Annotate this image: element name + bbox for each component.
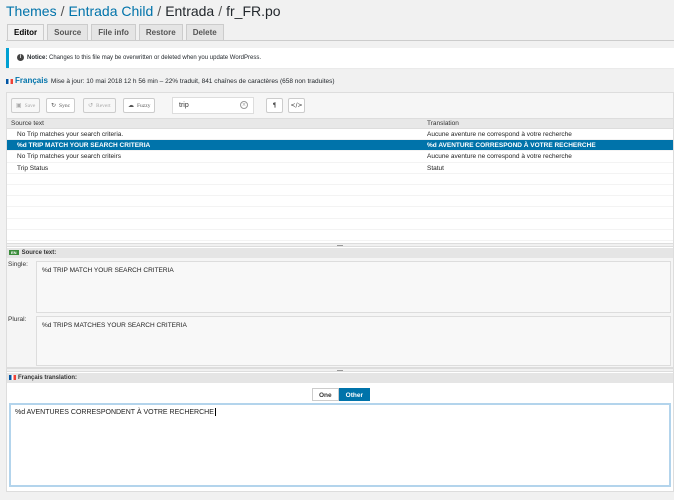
notice-prefix: Notice:: [27, 55, 48, 61]
source-heading-label: Source text:: [21, 250, 57, 256]
revert-icon: ↺: [88, 102, 94, 109]
table-row[interactable]: Trip Status Statut: [7, 163, 673, 174]
table-row[interactable]: No Trip matches your search criteirs Auc…: [7, 151, 673, 163]
table-row[interactable]: No Trip matches your search criteria. Au…: [7, 129, 673, 141]
row-source: No Trip matches your search criteirs: [17, 153, 122, 161]
plural-form-other-tab[interactable]: Other: [338, 388, 370, 401]
en-badge: EN: [9, 249, 19, 255]
invisibles-toggle-button[interactable]: ¶: [266, 98, 283, 113]
save-label: Save: [24, 103, 36, 109]
plural-label: Plural:: [8, 316, 27, 323]
info-icon: i: [17, 53, 24, 61]
breadcrumb-themes-link[interactable]: Themes: [6, 3, 57, 19]
empty-row: [7, 230, 673, 241]
text-caret: [214, 408, 216, 416]
loco-editor-page: Themes / Entrada Child / Entrada / fr_FR.po Ed…: [0, 0, 674, 500]
tab-editor[interactable]: Editor: [7, 24, 45, 40]
grip-icon: [337, 369, 343, 371]
source-panel-heading: EN Source text:: [7, 248, 673, 258]
notice-text: Changes to this file may be overwritten …: [47, 55, 262, 61]
source-panel: Single: %d TRIP MATCH YOUR SEARCH CRITER…: [7, 258, 673, 368]
tab-source[interactable]: Source: [47, 24, 89, 40]
row-translation: Aucune aventure ne correspond à votre re…: [427, 131, 572, 138]
breadcrumb-child-theme-link[interactable]: Entrada Child: [68, 3, 153, 19]
po-editor: ▣ Save ↻ Sync ↺ Revert ☁ Fuzzy trip × ¶ </> …: [6, 92, 674, 492]
sync-label: Sync: [59, 103, 71, 109]
column-header-source[interactable]: Source text: [11, 119, 44, 129]
cloud-icon: ☁: [128, 102, 134, 109]
fuzzy-label: Fuzzy: [137, 103, 151, 109]
tab-file-info[interactable]: File info: [91, 24, 136, 40]
locale-bar: Français Mise à jour: 10 mai 2018 12 h 56…: [6, 73, 674, 89]
plural-form-switch: One Other: [312, 388, 370, 401]
row-translation: Statut: [427, 164, 444, 172]
empty-row: [7, 207, 673, 219]
source-single-text: %d TRIP MATCH YOUR SEARCH CRITERIA: [36, 261, 671, 313]
source-resize-handle[interactable]: [7, 368, 673, 372]
row-translation: %d AVENTURE CORRESPOND À VOTRE RECHERCHE: [427, 142, 596, 150]
source-plural-text: %d TRIPS MATCHES YOUR SEARCH CRITERIA: [36, 316, 671, 366]
breadcrumb-separator: /: [60, 3, 65, 19]
code-view-toggle-button[interactable]: </>: [288, 98, 305, 113]
grid-header: Source text Translation: [7, 119, 673, 129]
empty-row: [7, 219, 673, 230]
fuzzy-button[interactable]: ☁ Fuzzy: [123, 98, 156, 113]
save-icon: ▣: [16, 102, 22, 109]
tabs-divider: [6, 40, 674, 41]
grip-icon: [337, 244, 343, 246]
strings-grid: Source text Translation No Trip matches …: [7, 119, 673, 243]
french-flag-icon: [9, 374, 16, 380]
tab-restore[interactable]: Restore: [138, 24, 183, 40]
editor-toolbar: ▣ Save ↻ Sync ↺ Revert ☁ Fuzzy trip × ¶ </>: [7, 93, 673, 119]
grid-resize-handle[interactable]: [7, 243, 673, 247]
clear-search-icon[interactable]: ×: [240, 101, 248, 109]
empty-row: [7, 185, 673, 197]
breadcrumb: Themes / Entrada Child / Entrada / fr_FR.po: [6, 2, 281, 20]
notice-banner: i Notice: Changes to this file may be ove…: [6, 48, 674, 68]
row-translation: Aucune aventure ne correspond à votre re…: [427, 153, 572, 161]
translation-textarea[interactable]: %d AVENTURES CORRESPONDENT À VOTRE RECHE…: [9, 403, 671, 487]
translation-heading-label: Français translation:: [18, 375, 78, 381]
revert-label: Revert: [96, 103, 111, 109]
empty-row: [7, 196, 673, 208]
translation-panel-heading: Français translation:: [7, 373, 673, 383]
locale-info: Mise à jour: 10 mai 2018 12 h 56 min – 2…: [50, 78, 335, 85]
translation-text: %d AVENTURES CORRESPONDENT À VOTRE RECHE…: [15, 408, 214, 416]
column-header-translation[interactable]: Translation: [427, 119, 459, 129]
tab-delete[interactable]: Delete: [185, 24, 224, 40]
save-button[interactable]: ▣ Save: [11, 98, 41, 113]
single-label: Single:: [8, 261, 28, 268]
french-flag-icon: [6, 78, 13, 84]
revert-button[interactable]: ↺ Revert: [83, 98, 116, 113]
breadcrumb-theme: Entrada: [165, 3, 215, 19]
breadcrumb-file: fr_FR.po: [226, 3, 281, 19]
row-source: %d TRIP MATCH YOUR SEARCH CRITERIA: [17, 142, 151, 150]
sync-icon: ↻: [51, 102, 57, 109]
tab-bar: Editor Source File info Restore Delete: [7, 24, 224, 40]
sync-button[interactable]: ↻ Sync: [46, 98, 76, 113]
breadcrumb-separator: /: [218, 3, 223, 19]
locale-name-link[interactable]: Français: [15, 76, 48, 85]
empty-row: [7, 174, 673, 185]
table-row-selected[interactable]: %d TRIP MATCH YOUR SEARCH CRITERIA %d AV…: [7, 140, 673, 152]
breadcrumb-separator: /: [157, 3, 162, 19]
row-source: No Trip matches your search criteria.: [17, 131, 124, 138]
row-source: Trip Status: [17, 164, 49, 172]
plural-form-one-tab[interactable]: One: [312, 388, 339, 401]
